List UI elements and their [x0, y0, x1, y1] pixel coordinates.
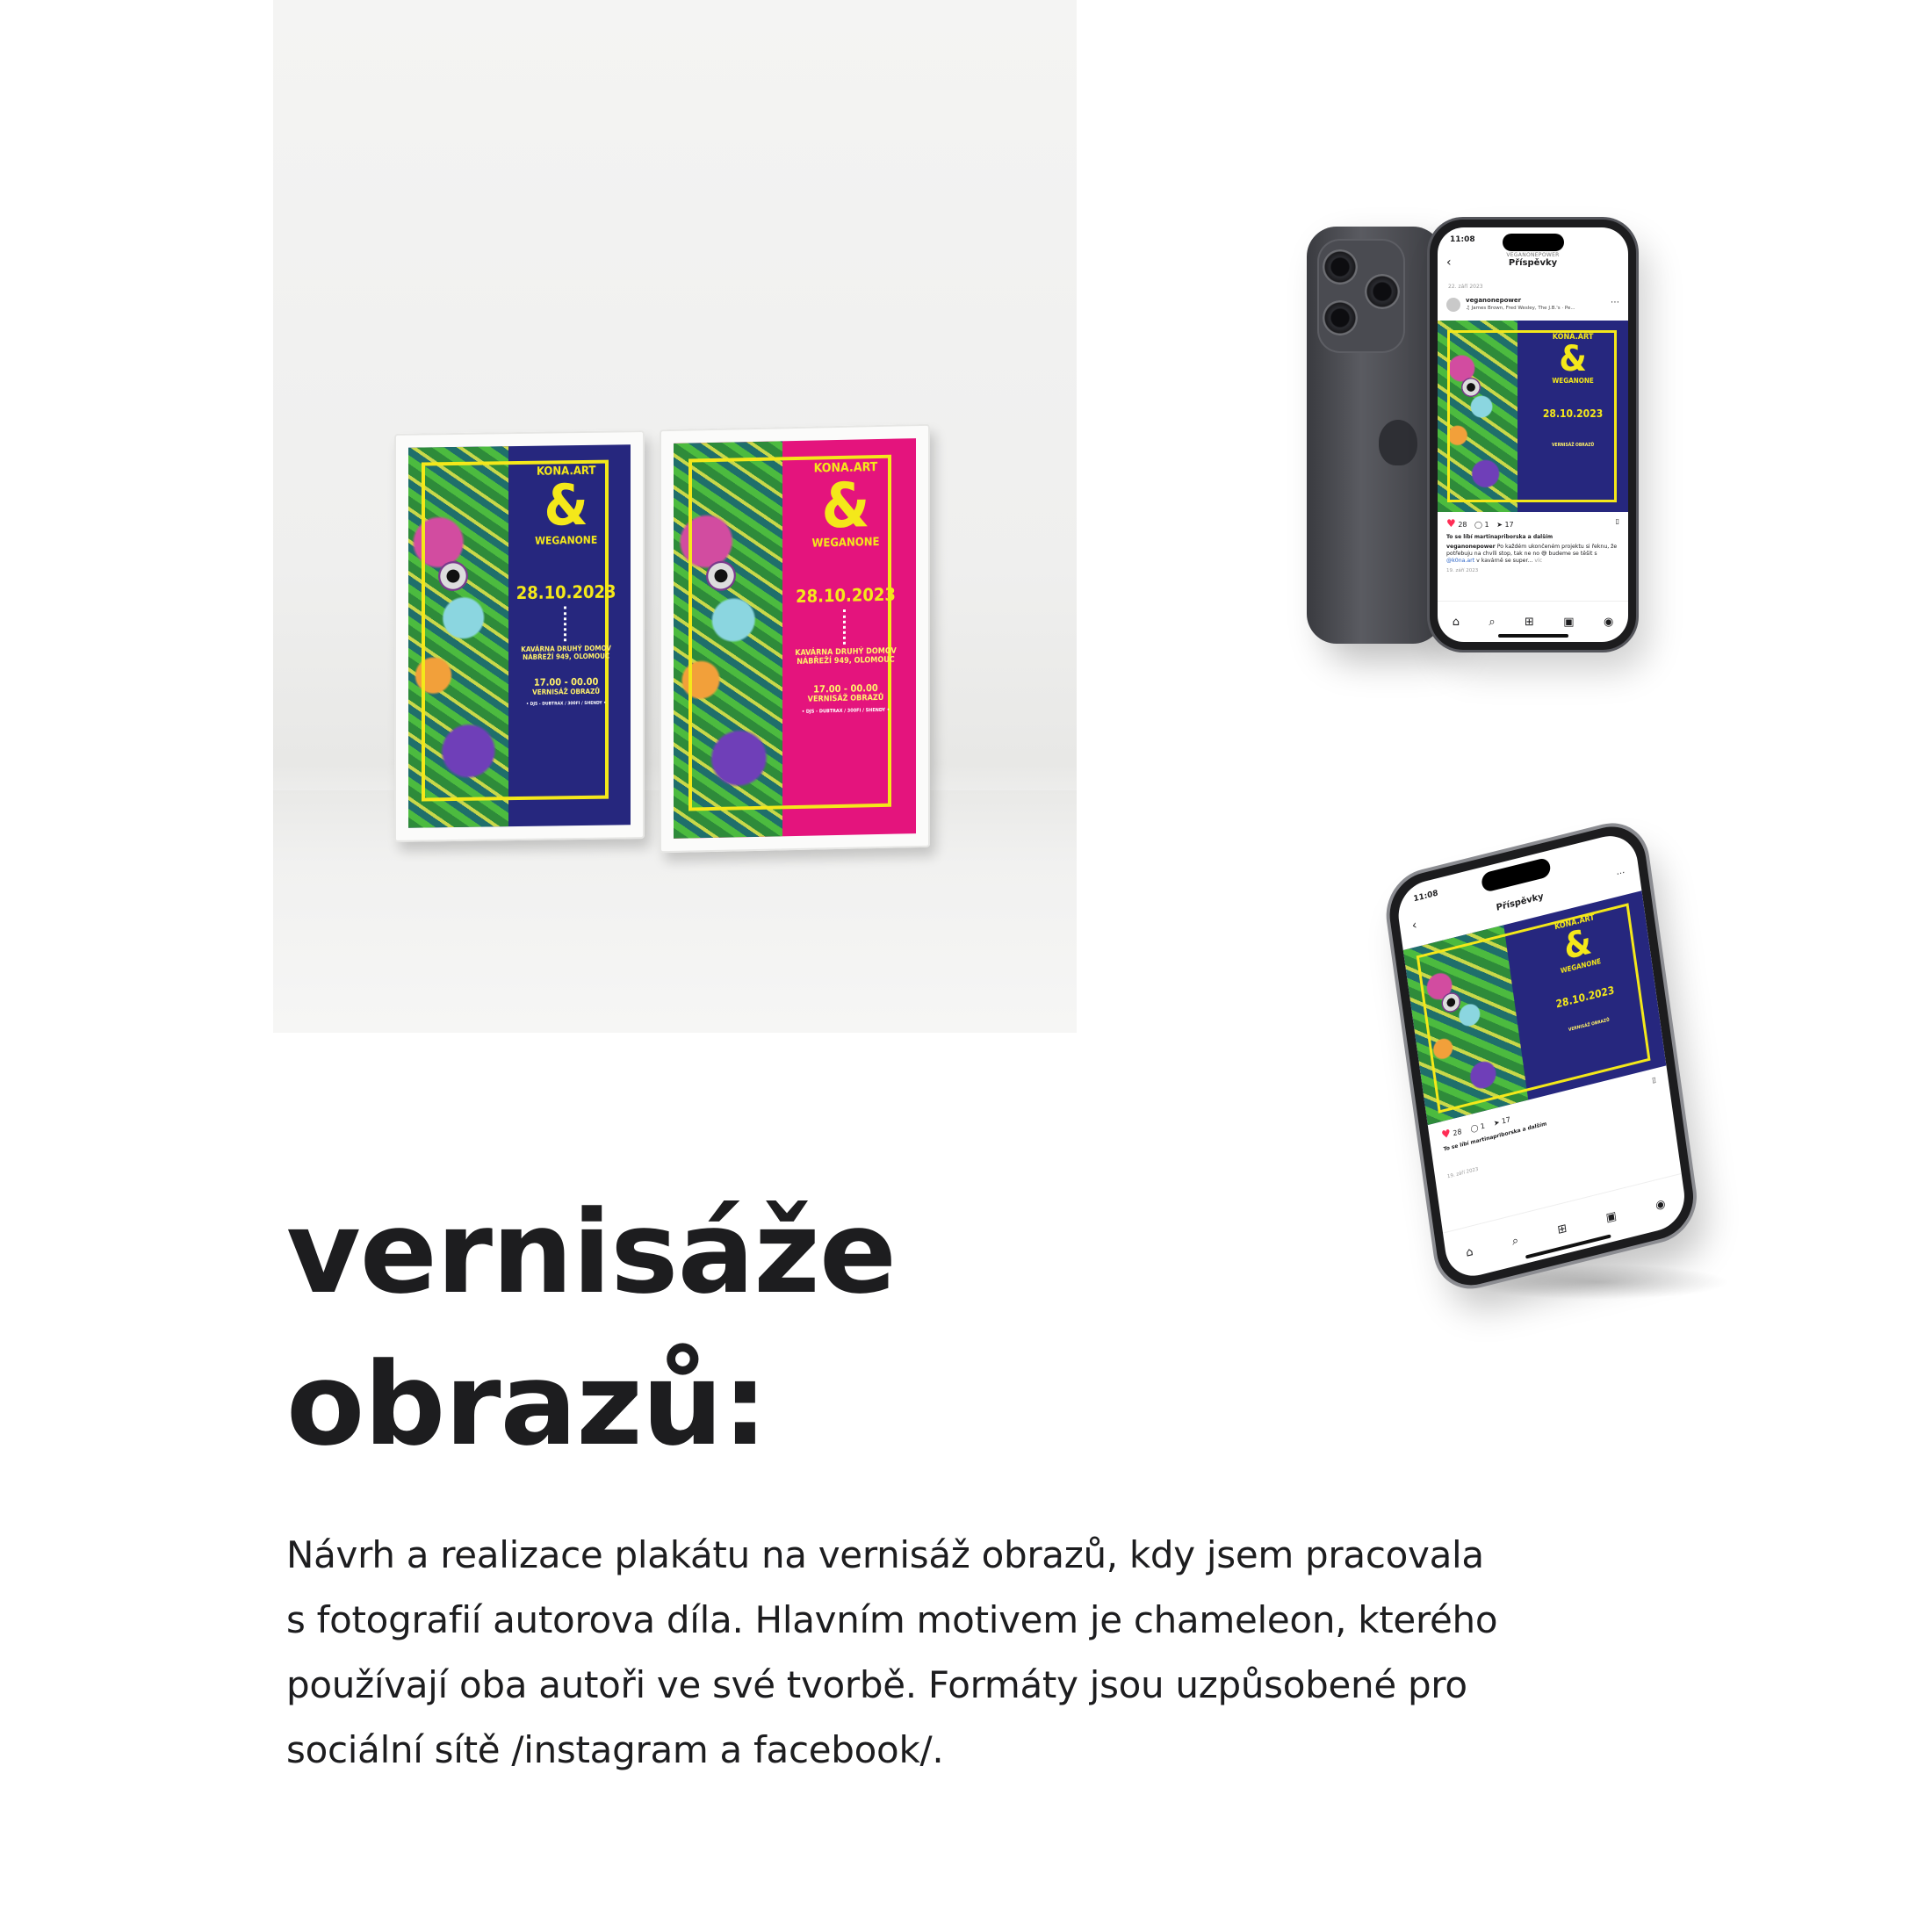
like-count: 28 [1452, 1127, 1463, 1138]
phone-tilted: 11:08 ‹ Příspěvky ⋯ KONA.ART & WEGANONE … [1384, 818, 1698, 1294]
search-icon[interactable]: ⌕ [1511, 1234, 1519, 1249]
profile-icon[interactable]: ◉ [1604, 616, 1613, 629]
like-count: 28 [1458, 521, 1467, 529]
post-header: veganonepower ♫ James Brown, Fred Wesley… [1446, 296, 1619, 317]
account-name: VEGANONEPOWER [1506, 252, 1560, 258]
caption-date: 19. září 2023 [1446, 568, 1479, 573]
song-label[interactable]: ♫ James Brown, Fred Wesley, The J.B.'s ·… [1466, 306, 1575, 311]
create-icon[interactable]: ⊞ [1525, 616, 1534, 629]
create-icon[interactable]: ⊞ [1557, 1222, 1568, 1237]
post-actions: ♥ 28 ◯ 1 ➤ 17 ▯ [1446, 517, 1619, 531]
page-title: vernisáže obrazů: [286, 1177, 1077, 1481]
comment-icon[interactable]: ◯ [1474, 521, 1482, 529]
caption: veganonepower Po každém ukončeném projek… [1446, 544, 1619, 565]
share-icon[interactable]: ➤ [1496, 521, 1503, 529]
dynamic-island [1502, 234, 1564, 251]
title-line-2: obrazů: [286, 1337, 768, 1471]
poster-ampersand: & [544, 472, 588, 539]
poster-title-bottom: WEGANONE [535, 533, 598, 547]
poster-venue-2: NÁBŘEŽÍ 949, OLOMOUC [797, 655, 895, 667]
dynamic-island [1480, 856, 1552, 893]
home-icon[interactable]: ⌂ [1465, 1244, 1474, 1259]
poster-title-bottom: WEGANONE [1552, 377, 1594, 385]
poster-date: 28.10.2023 [796, 583, 896, 607]
poster-title-bottom: WEGANONE [811, 535, 880, 551]
camera-icon [1317, 239, 1405, 353]
instagram-screen: 11:08 ‹ VEGANONEPOWER Příspěvky 22. září… [1438, 227, 1628, 642]
caption-mention[interactable]: @k0na.art [1446, 558, 1474, 564]
share-count: 17 [1501, 1115, 1511, 1126]
share-count: 17 [1504, 521, 1514, 529]
bookmark-icon[interactable]: ▯ [1616, 517, 1619, 525]
bottom-nav: ⌂ ⌕ ⊞ ▣ ◉ [1442, 1172, 1689, 1283]
heart-icon[interactable]: ♥ [1446, 517, 1456, 530]
username[interactable]: veganonepower [1466, 297, 1521, 304]
title-line-1: vernisáže [286, 1186, 897, 1319]
comment-icon[interactable]: ◯ [1470, 1123, 1479, 1133]
description-line: používají oba autoři ve své tvorbě. Form… [286, 1663, 1467, 1706]
description: Návrh a realizace plakátu na vernisáž ob… [286, 1523, 1709, 1783]
liked-by[interactable]: To se líbí martinapriborska a dalším [1446, 534, 1553, 540]
poster-frame-pink: KONA.ART & WEGANONE 28.10.2023 KAVÁRNA D… [660, 423, 930, 854]
poster-ampersand: & [1559, 339, 1587, 379]
reels-icon[interactable]: ▣ [1605, 1209, 1618, 1225]
phone-front: 11:08 ‹ VEGANONEPOWER Příspěvky 22. září… [1430, 220, 1636, 650]
poster-event: VERNISÁŽ OBRAZŮ [1552, 443, 1595, 448]
profile-icon[interactable]: ◉ [1654, 1197, 1666, 1213]
more-dots-icon[interactable]: ⋯ [1616, 868, 1626, 879]
post-image[interactable]: KONA.ART & WEGANONE 28.10.2023 VERNISÁŽ … [1438, 321, 1628, 512]
apple-logo-icon [1379, 420, 1417, 465]
home-icon[interactable]: ⌂ [1453, 616, 1460, 629]
description-line: sociální sítě /instagram a facebook/. [286, 1728, 944, 1771]
caption-end: v kavárně se super... [1476, 558, 1533, 564]
poster-venue-2: NÁBŘEŽÍ 949, OLOMOUC [523, 652, 610, 661]
bookmark-icon[interactable]: ▯ [1652, 1076, 1657, 1085]
avatar[interactable] [1446, 298, 1460, 312]
wall-photo: KONA.ART & WEGANONE 28.10.2023 KAVÁRNA D… [273, 0, 1077, 1033]
phone-tilted-wrapper: 11:08 ‹ Příspěvky ⋯ KONA.ART & WEGANONE … [1330, 775, 1770, 1332]
post-poster-text: KONA.ART & WEGANONE 28.10.2023 VERNISÁŽ … [1529, 333, 1617, 448]
caption-user[interactable]: veganonepower [1446, 544, 1496, 550]
heart-icon[interactable]: ♥ [1440, 1127, 1451, 1142]
poster-event: VERNISÁŽ OBRAZŮ [807, 693, 884, 704]
search-icon[interactable]: ⌕ [1489, 616, 1495, 629]
more-dots-icon[interactable]: ⋯ [1611, 298, 1619, 307]
poster-event: VERNISÁŽ OBRAZŮ [532, 687, 601, 696]
poster-text-block: KONA.ART & WEGANONE 28.10.2023 KAVÁRNA D… [790, 459, 902, 715]
poster-date: 28.10.2023 [515, 580, 616, 604]
phone-back [1307, 227, 1443, 644]
share-icon[interactable]: ➤ [1493, 1118, 1500, 1128]
poster-ampersand: & [821, 469, 870, 543]
caption-date: 19. září 2023 [1446, 1166, 1479, 1180]
status-time: 11:08 [1413, 889, 1439, 905]
comment-count: 1 [1480, 1121, 1486, 1131]
description-line: s fotografií autorova díla. Hlavním moti… [286, 1598, 1498, 1641]
post-date: 22. září 2023 [1448, 284, 1483, 290]
instagram-screen: 11:08 ‹ Příspěvky ⋯ KONA.ART & WEGANONE … [1394, 829, 1689, 1283]
poster-text-block: KONA.ART & WEGANONE 28.10.2023 KAVÁRNA D… [515, 464, 616, 707]
reels-icon[interactable]: ▣ [1563, 616, 1574, 629]
home-indicator [1497, 634, 1568, 638]
poster-date: 28.10.2023 [1542, 407, 1604, 420]
status-time: 11:08 [1450, 235, 1475, 244]
poster-frame-blue: KONA.ART & WEGANONE 28.10.2023 KAVÁRNA D… [394, 430, 645, 842]
poster-blue: KONA.ART & WEGANONE 28.10.2023 KAVÁRNA D… [408, 444, 631, 828]
poster-pink: KONA.ART & WEGANONE 28.10.2023 KAVÁRNA D… [674, 438, 916, 839]
screen-title: Příspěvky [1508, 258, 1558, 268]
caption-more[interactable]: víc [1534, 558, 1542, 564]
poster-date: 28.10.2023 [1554, 984, 1616, 1011]
description-line: Návrh a realizace plakátu na vernisáž ob… [286, 1533, 1484, 1576]
comment-count: 1 [1484, 521, 1489, 529]
